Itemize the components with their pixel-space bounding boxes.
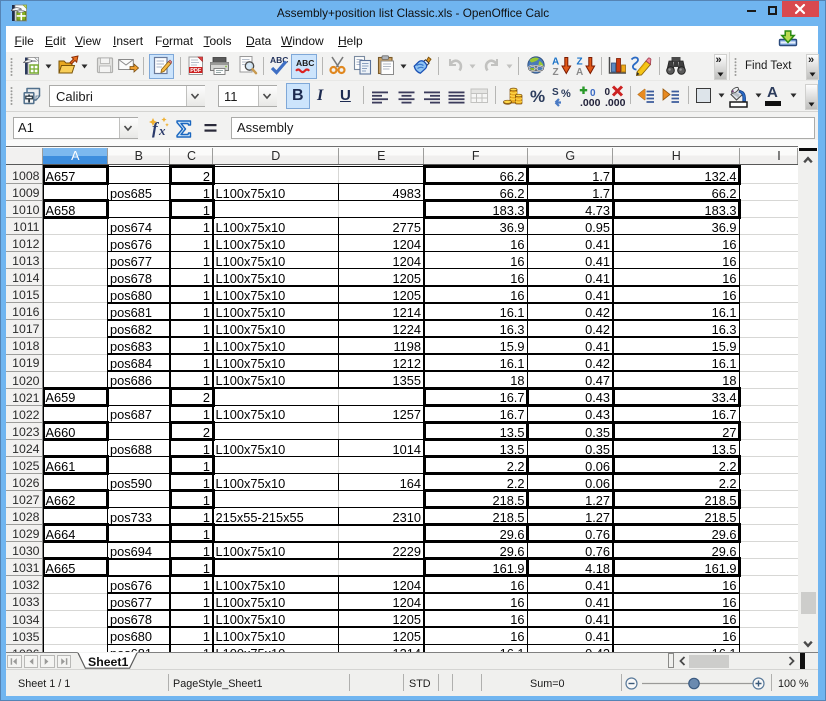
svg-text:A: A (552, 57, 559, 68)
svg-text:S: S (552, 87, 559, 98)
svg-text:Z: Z (577, 57, 583, 68)
svg-text:Z: Z (553, 67, 559, 76)
svg-text:.000: .000 (580, 97, 600, 108)
svg-text:%: % (561, 88, 571, 100)
svg-text:x: x (158, 123, 166, 138)
svg-text:PDF: PDF (190, 68, 202, 74)
svg-text:.000: .000 (605, 97, 625, 108)
svg-text:A: A (576, 67, 583, 76)
svg-text:ABC: ABC (296, 58, 314, 68)
